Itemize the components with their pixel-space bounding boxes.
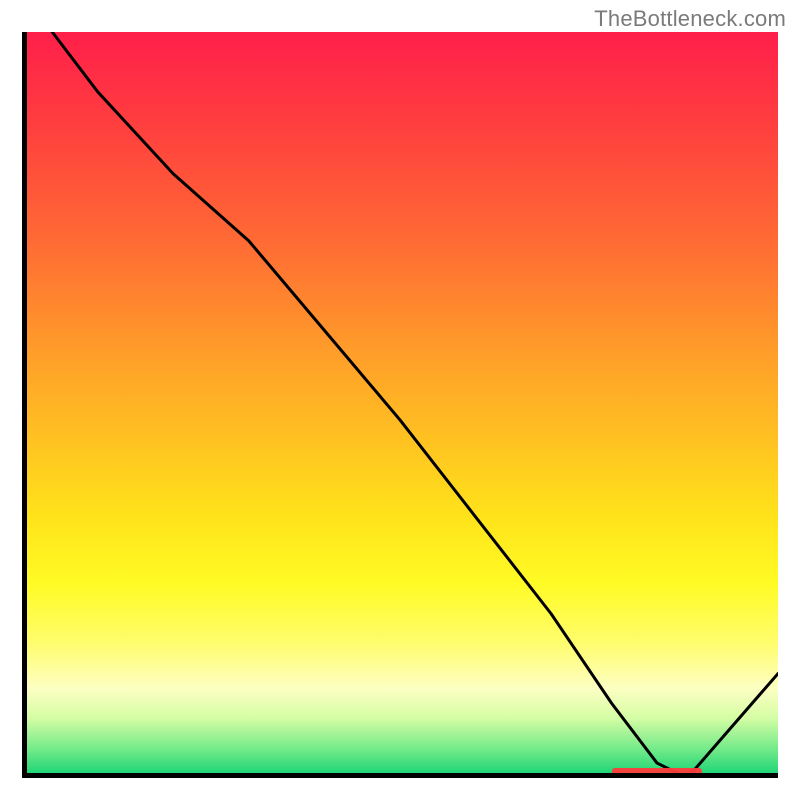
chart-min-region-marker bbox=[612, 768, 703, 775]
chart-line-series bbox=[22, 32, 778, 778]
chart-plot-area bbox=[22, 32, 778, 778]
attribution-label: TheBottleneck.com bbox=[594, 6, 786, 32]
